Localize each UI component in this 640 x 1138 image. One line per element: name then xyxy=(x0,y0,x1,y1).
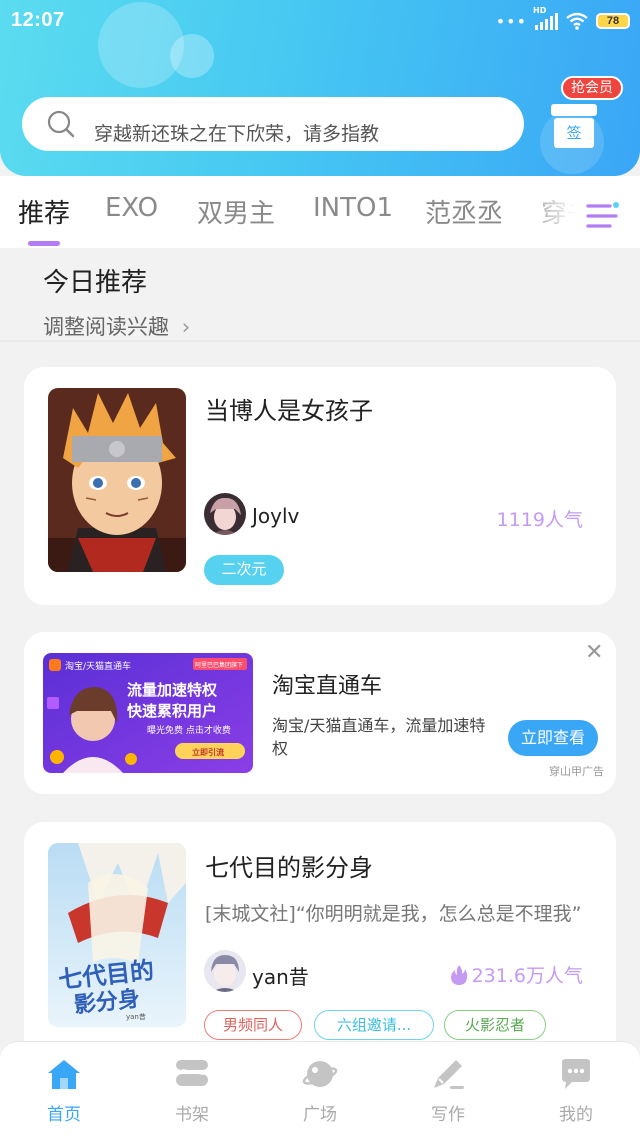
tag-naruto[interactable]: 火影忍者 xyxy=(444,1010,546,1040)
decor-bubble xyxy=(170,34,214,78)
ad-image-line3: 曝光免费 点击才收费 xyxy=(147,724,231,736)
author-name[interactable]: yan昔 xyxy=(252,961,309,990)
cover-author: yan昔 xyxy=(126,1013,146,1021)
nav-me[interactable]: 我的 xyxy=(512,1042,640,1138)
ad-image-corner: 阿里巴巴集团旗下 xyxy=(195,661,243,669)
ad-image-line1: 流量加速特权 xyxy=(127,681,218,699)
home-icon xyxy=(48,1060,80,1089)
author-avatar[interactable] xyxy=(204,493,246,535)
category-menu-icon[interactable] xyxy=(582,196,622,236)
wifi-icon xyxy=(566,12,588,30)
tag-male-fanfic[interactable]: 男频同人 xyxy=(204,1010,302,1040)
section-title: 今日推荐 xyxy=(43,268,148,298)
ad-card[interactable]: 淘宝/天猫直通车 阿里巴巴集团旗下 流量加速特权 快速累积用户 曝光免费 点击才… xyxy=(24,632,616,794)
close-icon[interactable]: ✕ xyxy=(585,640,603,665)
nav-bookshelf-label: 书架 xyxy=(175,1105,209,1125)
planet-icon xyxy=(302,1061,338,1087)
tab-fan-chengcheng[interactable]: 范丞丞 xyxy=(425,193,503,230)
ad-image-brand: 淘宝/天猫直通车 xyxy=(65,660,131,672)
adjust-interest-label: 调整阅读兴趣 xyxy=(43,315,169,339)
adjust-interest-link[interactable]: 调整阅读兴趣 › xyxy=(43,311,190,341)
nav-me-label: 我的 xyxy=(559,1105,593,1125)
ad-image-line2: 快速累积用户 xyxy=(127,702,217,720)
nav-home[interactable]: 首页 xyxy=(0,1042,128,1138)
tab-exo[interactable]: EXO xyxy=(105,193,158,223)
gift-lid xyxy=(551,104,597,116)
book-card[interactable]: 七代目的 影分身 yan昔 七代目的影分身 [末城文社]“你明明就是我，怎么总是… xyxy=(24,822,616,1062)
sign-in-gift-button[interactable]: 签 xyxy=(551,104,597,148)
author-name[interactable]: Joylv xyxy=(252,504,299,528)
search-bar[interactable]: 穿越新还珠之在下欣荣，请多指教 xyxy=(22,97,524,151)
tab-recommend[interactable]: 推荐 xyxy=(18,193,70,230)
network-label: HD xyxy=(533,6,547,15)
book-title[interactable]: 当博人是女孩子 xyxy=(205,391,373,426)
ad-view-now-button[interactable]: 立即查看 xyxy=(508,720,598,756)
nav-write[interactable]: 写作 xyxy=(384,1042,512,1138)
book-cover-image xyxy=(48,388,186,572)
tab-into1[interactable]: INTO1 xyxy=(313,193,393,223)
decor-bubble xyxy=(98,2,184,88)
popularity-count: 1119人气 xyxy=(497,505,583,532)
ad-title[interactable]: 淘宝直通车 xyxy=(272,668,382,700)
tag-invite[interactable]: 六组邀请... xyxy=(314,1010,434,1040)
ad-image: 淘宝/天猫直通车 阿里巴巴集团旗下 流量加速特权 快速累积用户 曝光免费 点击才… xyxy=(43,653,253,773)
book-title[interactable]: 七代目的影分身 xyxy=(205,848,373,883)
header: 12:07 ••• HD 78 穿越新还珠之在下欣荣，请多指教 签 xyxy=(0,0,640,176)
ad-image-button: 立即引流 xyxy=(192,747,224,757)
pen-icon xyxy=(434,1060,464,1089)
bottom-navigation: 首页 书架 广场 写作 我的 xyxy=(0,1041,640,1138)
book-card[interactable]: 当博人是女孩子 Joylv 1119人气 二次元 xyxy=(24,367,616,605)
ad-source-label: 穿山甲广告 xyxy=(549,765,604,778)
grab-vip-badge[interactable]: 抢会员 xyxy=(561,76,623,100)
status-time: 12:07 xyxy=(11,9,65,31)
ad-description: 淘宝/天猫直通车，流量加速特权 xyxy=(272,716,486,758)
nav-write-label: 写作 xyxy=(431,1105,465,1125)
popularity-count: 231.6万人气 xyxy=(450,961,583,988)
nav-home-label: 首页 xyxy=(47,1105,81,1125)
tab-double-male-lead[interactable]: 双男主 xyxy=(197,193,275,230)
more-dots-icon: ••• xyxy=(495,11,527,31)
divider xyxy=(0,340,640,342)
status-bar-icons: ••• HD 78 xyxy=(495,6,630,32)
category-tabs: 推荐 EXO 双男主 INTO1 范丞丞 穿书 xyxy=(0,176,640,248)
popularity-label: 1119人气 xyxy=(496,509,583,531)
fire-icon xyxy=(450,964,467,985)
search-placeholder: 穿越新还珠之在下欣荣，请多指教 xyxy=(94,122,380,145)
sign-in-label: 签 xyxy=(554,118,594,148)
nav-bookshelf[interactable]: 书架 xyxy=(128,1042,256,1138)
book-description: [末城文社]“你明明就是我，怎么总是不理我” xyxy=(205,903,582,925)
book-cover-image: 七代目的 影分身 yan昔 xyxy=(48,843,186,1027)
nav-plaza-label: 广场 xyxy=(303,1105,337,1125)
author-avatar[interactable] xyxy=(204,950,246,992)
active-tab-indicator xyxy=(28,241,60,246)
bookshelf-icon xyxy=(176,1060,208,1086)
popularity-label: 231.6万人气 xyxy=(471,965,583,987)
tag-anime[interactable]: 二次元 xyxy=(204,555,284,585)
search-icon xyxy=(47,110,75,138)
battery-icon: 78 xyxy=(596,13,630,29)
nav-plaza[interactable]: 广场 xyxy=(256,1042,384,1138)
chevron-right-icon: › xyxy=(181,315,191,339)
signal-icon: HD xyxy=(533,6,558,30)
chat-bubble-icon xyxy=(562,1059,590,1089)
